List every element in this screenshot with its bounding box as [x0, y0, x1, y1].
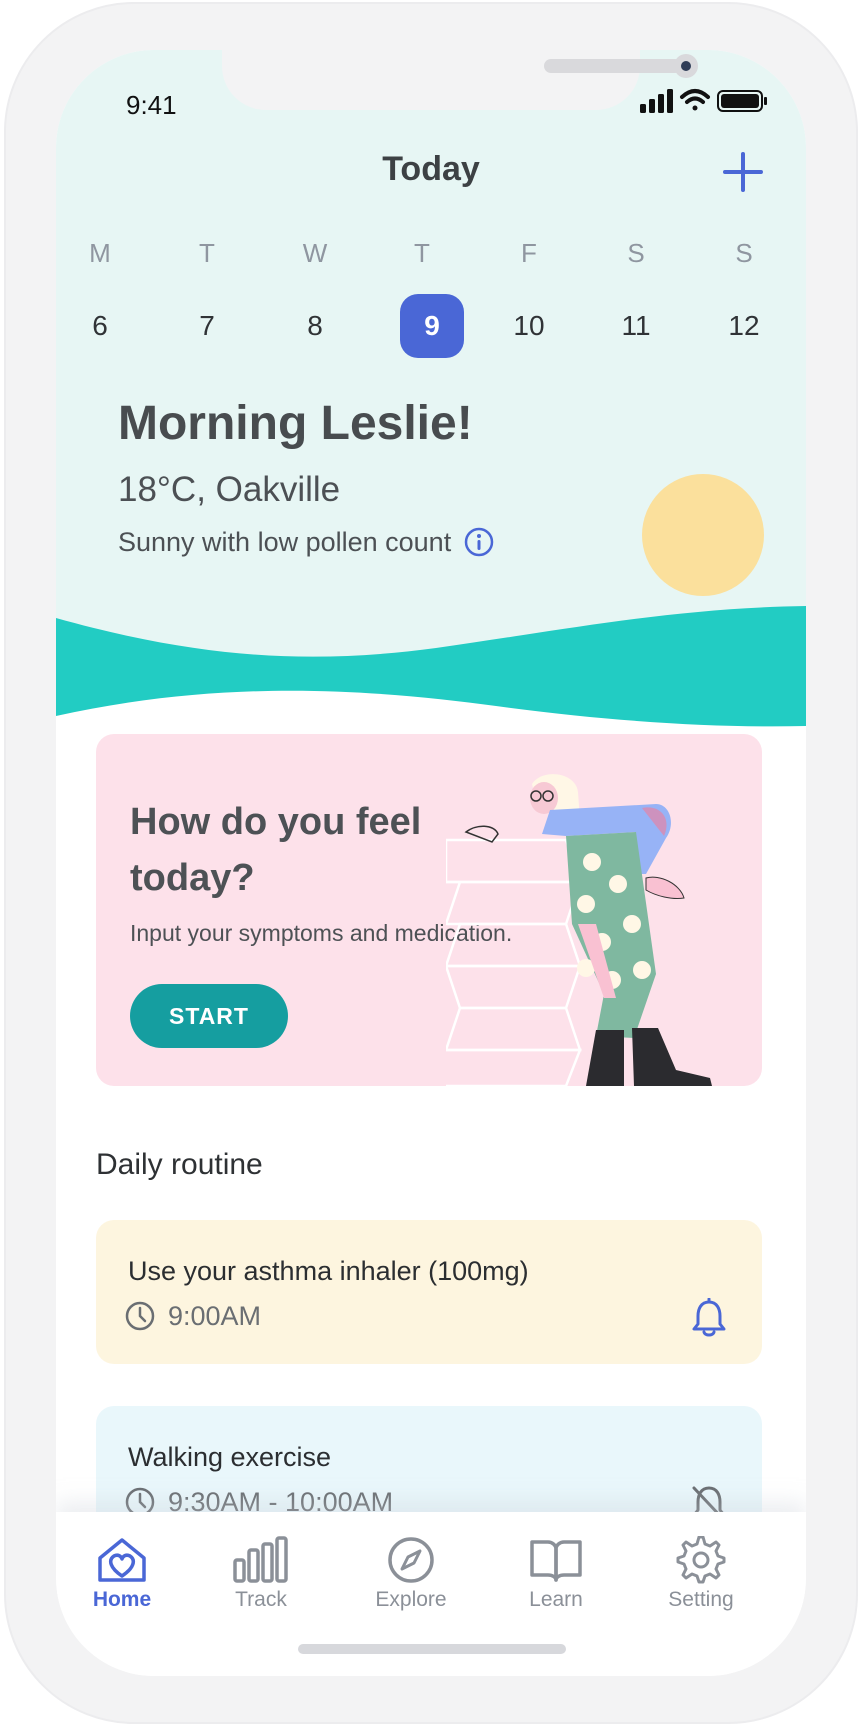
day-11[interactable]: 11: [604, 294, 668, 358]
routine-title: Walking exercise: [128, 1442, 332, 1472]
wave-decoration: [56, 606, 806, 740]
day-9-selected[interactable]: 9: [400, 294, 464, 358]
temperature-location: 18°C, Oakville: [118, 470, 341, 509]
gear-icon: [676, 1536, 726, 1584]
nav-label: Track: [235, 1588, 287, 1611]
nav-learn[interactable]: Learn: [496, 1536, 616, 1612]
book-icon: [530, 1540, 582, 1582]
nav-label: Home: [92, 1588, 152, 1611]
weekday-label: T: [199, 238, 215, 268]
routine-time: 9:00AM: [168, 1300, 262, 1331]
home-heart-icon: [98, 1538, 146, 1582]
daily-routine-heading: Daily routine: [96, 1148, 263, 1181]
phone-screen: 9:41 Today M T W T F S S 6 7 8 9 10 11 1…: [56, 50, 806, 1676]
day-12[interactable]: 12: [712, 294, 776, 358]
day-10[interactable]: 10: [497, 294, 561, 358]
nav-track[interactable]: Track: [201, 1536, 321, 1612]
feel-card[interactable]: How do you feel today? Input your sympto…: [96, 734, 762, 1086]
weekday-label: W: [302, 238, 328, 268]
routine-title: Use your asthma inhaler (100mg): [128, 1256, 529, 1286]
speaker: [544, 59, 682, 73]
greeting-title: Morning Leslie!: [118, 397, 473, 450]
status-time: 9:41: [126, 90, 177, 120]
routine-time-row: 9:00AM: [124, 1300, 261, 1332]
home-indicator[interactable]: [298, 1644, 566, 1654]
feel-card-title: How do you feel today?: [130, 801, 422, 899]
nav-explore[interactable]: Explore: [351, 1536, 471, 1612]
routine-card[interactable]: Use your asthma inhaler (100mg) 9:00AM: [96, 1220, 762, 1364]
weekday-label: F: [521, 238, 537, 268]
bell-icon[interactable]: [690, 1298, 728, 1338]
nav-label: Explore: [375, 1588, 447, 1611]
nav-setting[interactable]: Setting: [641, 1536, 761, 1612]
clock-icon: [125, 1301, 155, 1331]
page-title: Today: [382, 150, 480, 188]
bar-chart-icon: [233, 1536, 288, 1583]
plus-icon[interactable]: [720, 149, 766, 195]
weather-line: Sunny with low pollen count: [118, 526, 495, 558]
signal-icon: [640, 89, 673, 113]
nav-label: Learn: [529, 1588, 583, 1611]
phone-notch: [222, 50, 698, 110]
nav-home[interactable]: Home: [62, 1536, 182, 1612]
nav-label: Setting: [668, 1588, 734, 1611]
status-icons: [640, 89, 767, 113]
weather-text: Sunny with low pollen count: [118, 526, 452, 557]
compass-icon: [388, 1537, 434, 1583]
day-7[interactable]: 7: [175, 294, 239, 358]
weekday-label: T: [414, 238, 430, 268]
info-icon[interactable]: [463, 526, 495, 558]
day-6[interactable]: 6: [68, 294, 132, 358]
camera: [674, 54, 698, 78]
start-button[interactable]: START: [130, 984, 288, 1048]
weekday-label: M: [89, 238, 111, 268]
weekday-label: S: [735, 238, 753, 268]
battery-icon: [717, 90, 767, 112]
wifi-icon: [680, 89, 710, 111]
weekday-label: S: [627, 238, 645, 268]
day-8[interactable]: 8: [283, 294, 347, 358]
woman-leaning-illustration: [446, 774, 712, 1086]
